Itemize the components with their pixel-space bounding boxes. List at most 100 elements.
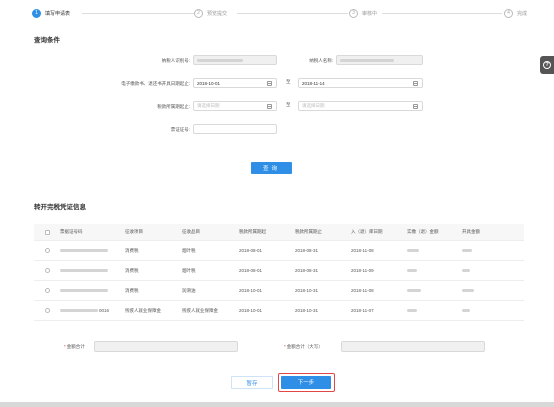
period-from-cell: 2018-10-01: [239, 288, 263, 293]
calendar-icon[interactable]: [413, 104, 418, 109]
step-number: 4: [504, 8, 513, 18]
select-all-cell: [34, 229, 60, 235]
redacted-value: [60, 309, 98, 312]
ticket-date-from-value: 2018-10-01: [197, 80, 221, 86]
paid-amount-cell: [407, 248, 462, 253]
col-header: 实缴（退）金额: [407, 229, 439, 234]
issue-amount-cell: [462, 248, 512, 253]
row-select-radio[interactable]: [44, 288, 50, 293]
taxpayer-name-label: 纳税人名称:: [309, 58, 333, 63]
cert-number-input[interactable]: [193, 124, 277, 134]
tax-item-cell: 残疾人就业保障金: [125, 307, 161, 313]
step-line: [382, 13, 502, 14]
col-header: 征收项目: [125, 229, 143, 234]
taxpayer-name-field: [336, 55, 423, 65]
row-select-cell: [34, 308, 60, 313]
help-button[interactable]: ?: [540, 56, 554, 74]
query-button[interactable]: 查询: [251, 162, 292, 174]
step-indicator: 1 填写申请表 2 预览提交 3 审核中 4 完成: [32, 7, 527, 19]
redacted-value: [462, 269, 470, 272]
calendar-icon[interactable]: [267, 81, 272, 86]
redacted-value: [197, 58, 243, 62]
step-fill-form: 1 填写申请表: [32, 7, 70, 19]
redacted-value: [60, 269, 108, 272]
redacted-value: [407, 309, 417, 312]
tax-subitem-cell: 润滑油: [182, 287, 196, 293]
ticket-date-from-input[interactable]: 2018-10-01: [193, 78, 277, 88]
tax-item-cell: 消费税: [125, 267, 139, 273]
period-from-cell: 2018-08-01: [239, 248, 263, 253]
table-row[interactable]: 0016 残疾人就业保障金 残疾人就业保障金 2018-10-01 2018-1…: [34, 301, 524, 321]
paid-amount-cell: [407, 308, 462, 313]
row-select-cell: [34, 248, 60, 253]
sum-label-text: 金额合计: [66, 344, 85, 349]
redacted-value: [340, 58, 394, 62]
select-all-checkbox[interactable]: [44, 229, 50, 235]
redacted-value: [407, 289, 421, 292]
period-to-cell: 2018-10-31: [295, 308, 319, 313]
redacted-value: [462, 309, 470, 312]
next-step-button[interactable]: 下一步: [281, 375, 331, 389]
issue-amount-cell: [462, 308, 512, 313]
tax-period-from-input[interactable]: 请选择日期: [193, 101, 277, 111]
issue-amount-cell: [462, 288, 512, 293]
cert-number-cell: 0016: [60, 308, 125, 313]
taxpayer-id-label: 纳税人识别号:: [161, 58, 190, 63]
step-number: 2: [194, 8, 203, 18]
table-header: 票据证号码 征收项目 征收品目 税款所属期起 税款所属期止 入（退）库日期 实缴…: [34, 224, 524, 241]
tax-item-cell: 消费税: [125, 247, 139, 253]
tax-subitem-cell: 烟叶税: [182, 267, 196, 273]
cert-number-suffix: 0016: [99, 308, 110, 313]
period-to-cell: 2018-08-31: [295, 268, 319, 273]
sum-upper-field: [341, 341, 485, 352]
cert-number-cell: [60, 248, 125, 253]
step-label: 完成: [517, 10, 528, 17]
table-row[interactable]: 消费税 烟叶税 2018-08-01 2018-08-31 2018-11-08: [34, 241, 524, 261]
calendar-icon[interactable]: [413, 81, 418, 86]
step-label: 填写申请表: [45, 10, 71, 17]
storage-date-cell: 2018-11-09: [351, 268, 374, 273]
range-separator: 至: [286, 79, 291, 84]
storage-date-cell: 2018-11-08: [351, 288, 374, 293]
row-select-radio[interactable]: [44, 248, 50, 253]
paid-amount-cell: [407, 268, 462, 273]
step-number: 1: [32, 8, 41, 18]
redacted-value: [60, 249, 108, 252]
step-complete: 4 完成: [504, 7, 527, 19]
col-header: 税款所属期起: [239, 229, 266, 234]
step-preview-submit: 2 预览提交: [194, 7, 227, 19]
tax-period-label: 税款所属期起止:: [157, 104, 190, 109]
step-line: [237, 13, 348, 14]
required-mark: *: [64, 344, 66, 349]
step-label: 预览提交: [207, 10, 228, 17]
row-select-radio[interactable]: [44, 268, 50, 273]
tax-period-from-placeholder: 请选择日期: [197, 103, 220, 108]
tax-period-to-input[interactable]: 请选择日期: [298, 101, 423, 111]
row-select-radio[interactable]: [44, 308, 50, 313]
ticket-date-label: 电子缴款书、退还书开具日期起止:: [121, 81, 190, 86]
storage-date-cell: 2018-11-07: [351, 308, 374, 313]
transfer-table: 票据证号码 征收项目 征收品目 税款所属期起 税款所属期止 入（退）库日期 实缴…: [34, 224, 524, 321]
cert-number-cell: [60, 268, 125, 273]
question-icon: ?: [543, 61, 551, 69]
table-row[interactable]: 消费税 烟叶税 2018-08-01 2018-08-31 2018-11-09: [34, 261, 524, 281]
col-header: 开具金额: [462, 229, 480, 234]
period-from-cell: 2018-08-01: [239, 268, 263, 273]
redacted-value: [407, 269, 417, 272]
step-line: [82, 13, 194, 14]
bottom-bar: [0, 402, 554, 407]
tax-subitem-cell: 残疾人就业保障金: [182, 307, 218, 313]
taxpayer-id-field: [193, 55, 277, 65]
table-row[interactable]: 消费税 润滑油 2018-10-01 2018-10-31 2018-11-08: [34, 281, 524, 301]
col-header: 征收品目: [182, 229, 200, 234]
cert-number-label: 票证证号:: [170, 127, 190, 132]
calendar-icon[interactable]: [267, 104, 272, 109]
ticket-date-to-input[interactable]: 2018-11-14: [298, 78, 423, 88]
transfer-section-title: 转开完税凭证信息: [34, 204, 86, 211]
col-header: 入（退）库日期: [351, 229, 383, 234]
row-select-cell: [34, 288, 60, 293]
redacted-value: [60, 289, 108, 292]
redacted-value: [462, 289, 474, 292]
next-button-highlight: 下一步: [278, 373, 335, 392]
save-draft-button[interactable]: 暂存: [231, 376, 273, 389]
